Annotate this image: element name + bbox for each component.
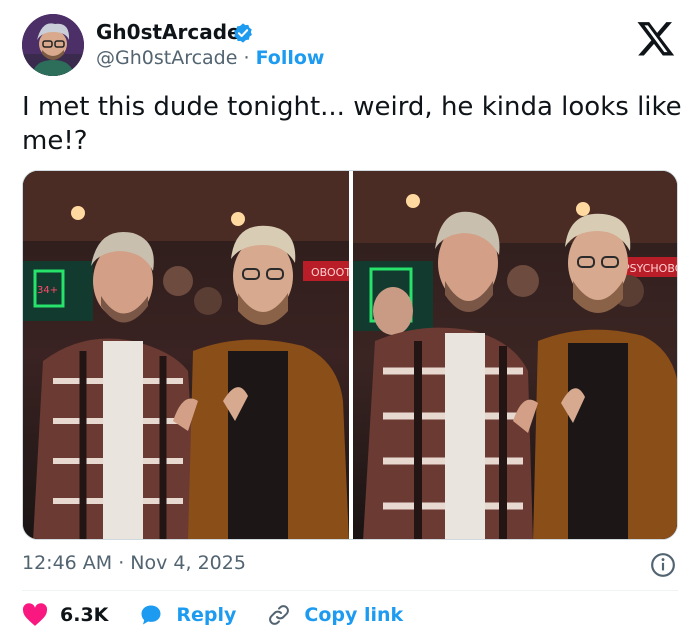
handle-row: @Gh0stArcade · Follow xyxy=(96,47,324,69)
photo-right-image: PSYCHOBO xyxy=(353,171,678,539)
copy-link-label: Copy link xyxy=(304,604,404,626)
photo-left-image: 34+ OBOOT xyxy=(23,171,349,539)
author-name[interactable]: Gh0stArcade xyxy=(96,20,241,44)
tweet-timestamp[interactable]: 12:46 AM · Nov 4, 2025 xyxy=(22,552,246,574)
verified-badge-icon xyxy=(234,23,252,43)
photo-left[interactable]: 34+ OBOOT xyxy=(23,171,349,539)
avatar-image xyxy=(22,14,84,76)
like-button[interactable]: 6.3K xyxy=(22,603,108,627)
reply-label: Reply xyxy=(176,604,237,626)
left-sign-text: OBOOT xyxy=(311,266,349,279)
separator-dot: · xyxy=(243,47,250,69)
like-count: 6.3K xyxy=(60,604,109,626)
copy-link-button[interactable]: Copy link xyxy=(266,603,403,627)
follow-button[interactable]: Follow xyxy=(256,47,325,69)
photo-right[interactable]: PSYCHOBO xyxy=(353,171,678,539)
photo-divider xyxy=(349,171,353,539)
tweet-text: I met this dude tonight... weird, he kin… xyxy=(22,92,682,156)
action-bar: 6.3K Reply Copy link xyxy=(22,600,433,630)
reply-bubble-icon xyxy=(141,605,161,625)
info-icon[interactable] xyxy=(650,552,676,578)
x-logo-icon[interactable] xyxy=(636,18,676,58)
right-sign-text: PSYCHOBO xyxy=(623,262,678,275)
reply-button[interactable]: Reply xyxy=(138,603,236,627)
link-icon xyxy=(269,605,290,625)
divider xyxy=(22,590,678,591)
avatar[interactable] xyxy=(22,14,84,76)
heart-icon xyxy=(22,603,48,626)
media-grid: 34+ OBOOT PSYCHOBO xyxy=(22,170,678,540)
svg-text:34+: 34+ xyxy=(37,285,58,296)
author-handle[interactable]: @Gh0stArcade xyxy=(96,47,237,69)
